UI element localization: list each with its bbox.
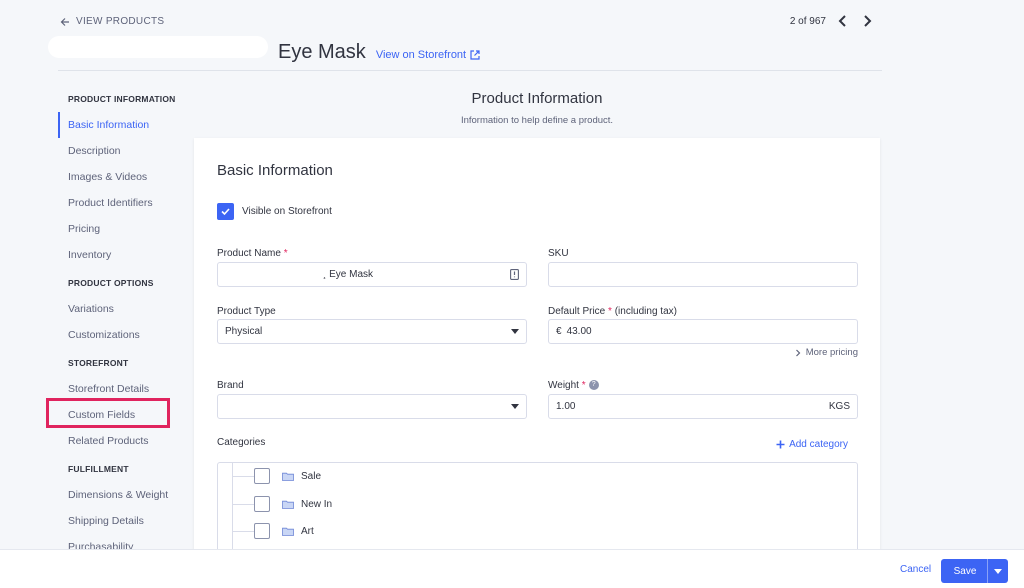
sidebar-section-fulfillment: FULFILLMENT xyxy=(68,464,129,474)
page-title-row: Eye Mask View on Storefront xyxy=(48,36,480,64)
add-category-label: Add category xyxy=(789,439,848,450)
visible-on-storefront-row: Visible on Storefront xyxy=(217,203,332,220)
sidebar-item-basic-information[interactable]: Basic Information xyxy=(58,112,194,138)
visible-on-storefront-label: Visible on Storefront xyxy=(242,206,332,217)
sidebar-section-product-options: PRODUCT OPTIONS xyxy=(68,278,154,288)
tree-branch-line xyxy=(232,475,254,477)
section-header: Product Information Information to help … xyxy=(194,90,880,126)
sidebar-item-dimensions-weight[interactable]: Dimensions & Weight xyxy=(58,482,194,508)
default-price-label-text: Default Price xyxy=(548,306,606,317)
brand-label: Brand xyxy=(217,380,244,391)
default-price-label: Default Price * (including tax) xyxy=(548,306,677,317)
default-price-value: 43.00 xyxy=(566,326,592,337)
folder-icon xyxy=(282,500,294,509)
brand-select[interactable] xyxy=(217,394,527,419)
product-name-input[interactable]: ¸ Eye Mask xyxy=(217,262,527,287)
sidebar-item-inventory[interactable]: Inventory xyxy=(58,242,194,268)
category-checkbox[interactable] xyxy=(254,468,270,484)
category-checkbox[interactable] xyxy=(254,496,270,512)
sidebar: PRODUCT INFORMATION Basic Information De… xyxy=(58,84,194,560)
top-bar: VIEW PRODUCTS 2 of 967 Eye Mask View on … xyxy=(0,0,1024,70)
tree-branch-line xyxy=(232,530,254,532)
save-button[interactable]: Save xyxy=(941,559,1008,583)
product-type-label: Product Type xyxy=(217,306,276,317)
product-type-select[interactable]: Physical xyxy=(217,319,527,344)
card-title: Basic Information xyxy=(217,162,333,179)
category-label: New In xyxy=(301,498,333,510)
required-marker: * xyxy=(283,248,288,259)
footer-action-bar: Cancel Save xyxy=(0,549,1024,588)
checkmark-icon xyxy=(221,208,230,216)
plus-icon xyxy=(776,440,785,449)
sidebar-section-product-information: PRODUCT INFORMATION xyxy=(68,94,176,104)
tree-branch-line xyxy=(232,503,254,505)
redacted-area xyxy=(48,36,268,58)
add-category-button[interactable]: Add category xyxy=(776,439,848,450)
weight-value: 1.00 xyxy=(556,401,576,412)
sidebar-item-customizations[interactable]: Customizations xyxy=(58,322,194,348)
required-marker: * xyxy=(581,380,586,391)
cancel-button[interactable]: Cancel xyxy=(900,564,931,575)
custom-fields-highlight-box xyxy=(46,398,170,428)
folder-icon xyxy=(282,527,294,536)
weight-label: Weight *? xyxy=(548,380,599,391)
caret-down-icon xyxy=(511,404,519,409)
categories-label: Categories xyxy=(217,437,266,448)
caret-down-icon xyxy=(511,329,519,334)
basic-information-card: Basic Information Visible on Storefront … xyxy=(194,138,880,562)
currency-symbol: € xyxy=(556,326,562,337)
page-title: Eye Mask xyxy=(278,41,366,63)
caret-down-icon xyxy=(994,568,1002,574)
sidebar-item-shipping-details[interactable]: Shipping Details xyxy=(58,508,194,534)
category-label: Art xyxy=(301,525,314,537)
sidebar-item-product-identifiers[interactable]: Product Identifiers xyxy=(58,190,194,216)
sidebar-item-description[interactable]: Description xyxy=(58,138,194,164)
product-name-label: Product Name * xyxy=(217,248,288,259)
external-link-icon xyxy=(470,50,480,60)
save-options-dropdown[interactable] xyxy=(988,568,1008,574)
weight-label-text: Weight xyxy=(548,380,579,391)
field-options-icon[interactable] xyxy=(510,269,519,280)
category-item: Art xyxy=(232,523,314,539)
category-item: New In xyxy=(232,496,332,512)
product-type-value: Physical xyxy=(225,326,263,337)
product-name-value: ¸ Eye Mask xyxy=(323,269,374,280)
back-label: VIEW PRODUCTS xyxy=(76,16,165,27)
section-subtitle: Information to help define a product. xyxy=(460,115,614,126)
chevron-left-icon[interactable] xyxy=(836,14,850,28)
pager-label: 2 of 967 xyxy=(789,15,826,27)
header-divider xyxy=(58,70,882,71)
arrow-left-icon xyxy=(60,17,69,26)
category-checkbox[interactable] xyxy=(254,523,270,539)
sidebar-item-images-videos[interactable]: Images & Videos xyxy=(58,164,194,190)
back-to-products-link[interactable]: VIEW PRODUCTS xyxy=(60,16,164,27)
sidebar-section-storefront: STOREFRONT xyxy=(68,358,129,368)
visible-on-storefront-checkbox[interactable] xyxy=(217,203,234,220)
sku-label: SKU xyxy=(548,248,569,259)
help-icon[interactable]: ? xyxy=(588,380,599,391)
more-pricing-label: More pricing xyxy=(805,347,858,358)
more-pricing-toggle[interactable]: More pricing xyxy=(795,347,858,358)
weight-unit: KGS xyxy=(828,401,850,412)
sidebar-item-pricing[interactable]: Pricing xyxy=(58,216,194,242)
section-title: Product Information xyxy=(471,90,603,107)
category-label: Sale xyxy=(301,470,322,482)
default-price-suffix: (including tax) xyxy=(611,306,677,317)
view-on-storefront-link[interactable]: View on Storefront xyxy=(376,49,480,61)
product-name-label-text: Product Name xyxy=(217,248,281,259)
product-pager: 2 of 967 xyxy=(790,14,874,28)
weight-input[interactable]: 1.00 KGS xyxy=(548,394,858,419)
category-tree: Sale New In Art xyxy=(217,462,858,562)
view-on-storefront-label: View on Storefront xyxy=(375,49,467,61)
save-label: Save xyxy=(953,565,977,577)
category-item: Sale xyxy=(232,468,321,484)
sku-input[interactable] xyxy=(548,262,858,287)
chevron-right-small-icon xyxy=(795,349,801,356)
sidebar-item-related-products[interactable]: Related Products xyxy=(58,428,194,454)
folder-icon xyxy=(282,472,294,481)
default-price-input[interactable]: € 43.00 xyxy=(548,319,858,344)
chevron-right-icon[interactable] xyxy=(860,14,874,28)
sidebar-item-variations[interactable]: Variations xyxy=(58,296,194,322)
